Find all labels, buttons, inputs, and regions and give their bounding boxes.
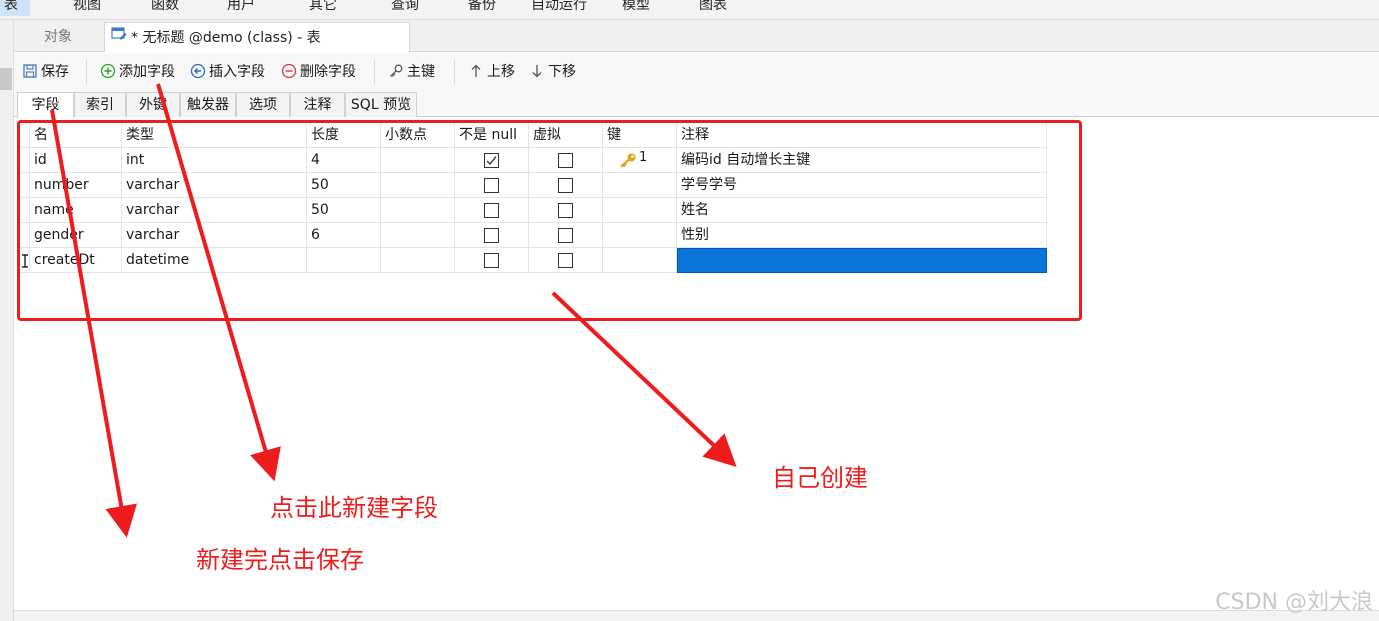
document-tab-strip: 对象 * 无标题 @demo (class) - 表 [14, 20, 1379, 52]
menu-item-view[interactable]: 视图 [73, 0, 101, 16]
toolbar-separator [454, 60, 455, 84]
add-field-button[interactable]: 添加字段 [100, 62, 175, 82]
toolbar-separator [374, 60, 375, 84]
tab-comment[interactable]: 注释 [290, 92, 345, 117]
gutter-marker [0, 68, 12, 90]
bottom-divider [14, 610, 1379, 621]
annotation-highlight-box [17, 120, 1082, 321]
menu-item-automation[interactable]: 自动运行 [531, 0, 587, 16]
move-up-label: 上移 [487, 64, 515, 80]
toolbar-separator [86, 60, 87, 84]
table-edit-icon [111, 22, 127, 52]
tab-sql-preview[interactable]: SQL 预览 [345, 92, 417, 117]
move-up-button[interactable]: 上移 [468, 62, 515, 82]
tab-fields[interactable]: 字段 [17, 92, 74, 118]
primary-key-button[interactable]: 主键 [388, 62, 435, 82]
annotation-click-new-field: 点击此新建字段 [270, 494, 438, 522]
menu-item-other[interactable]: 其它 [309, 0, 337, 16]
menu-item-backup[interactable]: 备份 [468, 0, 496, 16]
tab-indexes[interactable]: 索引 [74, 92, 126, 117]
menu-item-function[interactable]: 函数 [151, 0, 179, 16]
tab-options[interactable]: 选项 [236, 92, 290, 117]
toolbar: 保存 添加字段 插入字段 删除字段 主键 上移 下移 [14, 53, 1379, 91]
tab-foreign-keys[interactable]: 外键 [126, 92, 180, 117]
menu-bar: 表 视图 函数 用户 其它 查询 备份 自动运行 模型 图表 [0, 0, 1379, 20]
menu-item-table[interactable]: 表 [0, 0, 30, 16]
insert-arrow-icon [190, 63, 206, 79]
tab-objects[interactable]: 对象 [14, 22, 102, 52]
arrow-down-icon [529, 63, 545, 79]
left-gutter [0, 20, 14, 621]
remove-circle-icon [281, 63, 297, 79]
add-circle-icon [100, 63, 116, 79]
menu-item-model[interactable]: 模型 [622, 0, 650, 16]
delete-field-label: 删除字段 [300, 64, 356, 80]
tab-triggers[interactable]: 触发器 [180, 92, 236, 117]
delete-field-button[interactable]: 删除字段 [281, 62, 356, 82]
key-icon [388, 63, 404, 79]
move-down-label: 下移 [548, 64, 576, 80]
save-icon [22, 63, 38, 79]
annotation-self-create: 自己创建 [772, 464, 868, 492]
insert-field-button[interactable]: 插入字段 [190, 62, 265, 82]
move-down-button[interactable]: 下移 [529, 62, 576, 82]
tab-table-design[interactable]: * 无标题 @demo (class) - 表 [104, 22, 410, 52]
add-field-label: 添加字段 [119, 64, 175, 80]
save-button[interactable]: 保存 [22, 62, 69, 82]
menu-item-query[interactable]: 查询 [391, 0, 419, 16]
insert-field-label: 插入字段 [209, 64, 265, 80]
watermark: CSDN @刘大浪 [1215, 590, 1373, 615]
annotation-save-after: 新建完点击保存 [196, 546, 364, 574]
tab-table-title: * 无标题 @demo (class) - 表 [131, 30, 321, 46]
design-subtabs: 字段 索引 外键 触发器 选项 注释 SQL 预览 [14, 91, 1379, 118]
save-label: 保存 [41, 64, 69, 80]
menu-item-user[interactable]: 用户 [227, 0, 255, 16]
menu-item-chart[interactable]: 图表 [699, 0, 727, 16]
primary-key-label: 主键 [407, 64, 435, 80]
arrow-up-icon [468, 63, 484, 79]
